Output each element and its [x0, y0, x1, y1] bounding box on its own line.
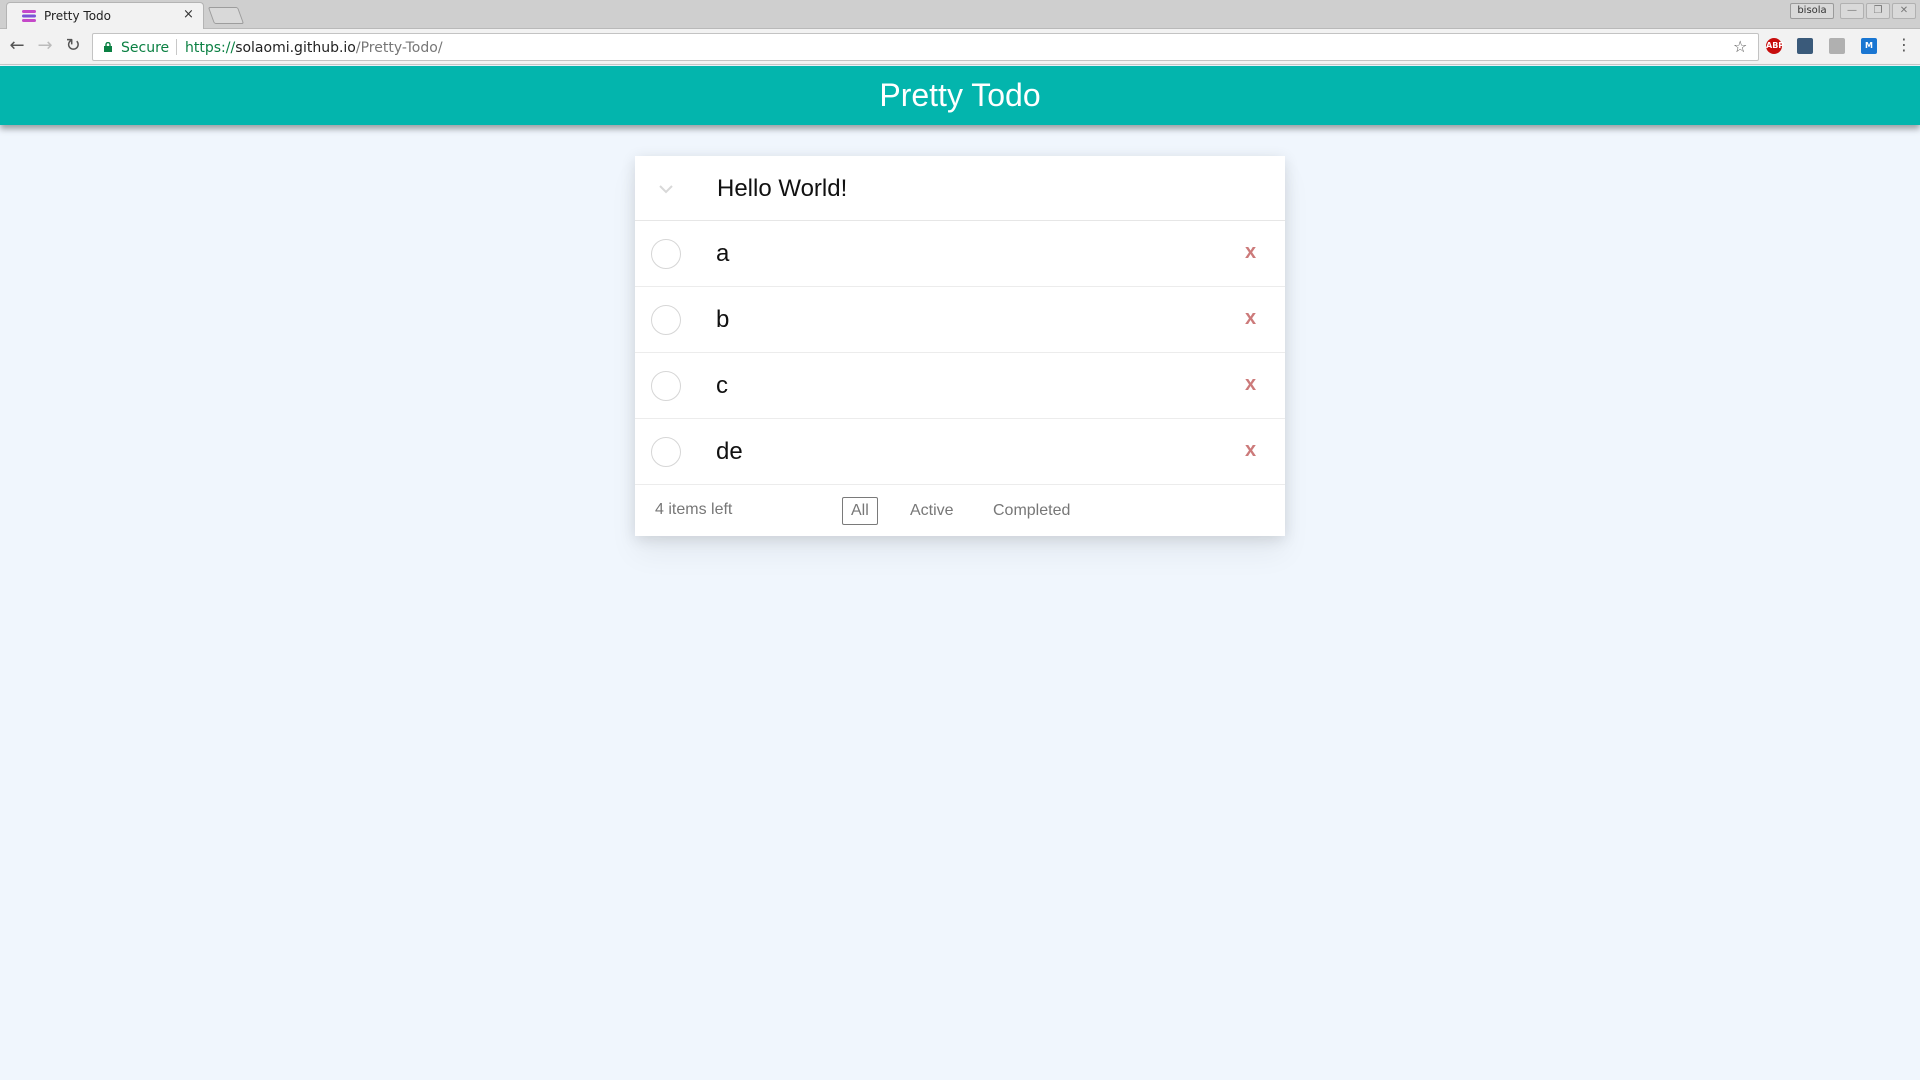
todo-label: b — [716, 306, 730, 333]
toggle-all-chevron-icon[interactable] — [654, 177, 678, 201]
delete-todo-button[interactable]: x — [1245, 373, 1256, 396]
url-host: solaomi.github.io — [235, 40, 356, 56]
delete-todo-button[interactable]: x — [1245, 241, 1256, 264]
delete-todo-button[interactable]: x — [1245, 439, 1256, 462]
todo-item[interactable]: b x — [635, 287, 1285, 353]
todo-checkbox[interactable] — [651, 305, 681, 335]
todo-item[interactable]: de x — [635, 419, 1285, 485]
extension-icon[interactable] — [1797, 38, 1813, 54]
todo-checkbox[interactable] — [651, 239, 681, 269]
todo-item[interactable]: c x — [635, 353, 1285, 419]
todo-label: a — [716, 240, 730, 267]
adblock-plus-icon[interactable]: ABP — [1766, 38, 1784, 54]
forward-icon[interactable]: → — [33, 35, 57, 59]
todo-card: a x b x c x de x 4 items left All Active… — [635, 156, 1285, 536]
m-extension-icon[interactable]: M — [1861, 38, 1877, 54]
reload-icon[interactable]: ↻ — [61, 35, 85, 59]
app-title: Pretty Todo — [879, 77, 1041, 113]
address-separator — [176, 39, 177, 55]
browser-toolbar: ← → ↻ Secure https://solaomi.github.io/P… — [0, 29, 1920, 65]
todo-checkbox[interactable] — [651, 371, 681, 401]
new-tab-button[interactable] — [207, 7, 245, 24]
tab-close-icon[interactable]: × — [183, 7, 194, 22]
url-path: /Pretty-Todo/ — [355, 40, 443, 56]
todo-checkbox[interactable] — [651, 437, 681, 467]
bookmark-star-icon[interactable]: ☆ — [1733, 37, 1747, 56]
minimize-window-button[interactable]: — — [1840, 3, 1864, 19]
app-header: Pretty Todo — [0, 66, 1920, 125]
url-scheme: https:// — [185, 40, 236, 56]
profile-badge[interactable]: bisola — [1790, 3, 1834, 19]
delete-todo-button[interactable]: x — [1245, 307, 1256, 330]
printer-icon[interactable] — [1829, 38, 1845, 54]
todo-footer: 4 items left All Active Completed — [635, 486, 1285, 536]
lock-icon — [104, 42, 112, 52]
back-icon[interactable]: ← — [5, 35, 29, 59]
items-left-count: 4 items left — [655, 501, 733, 518]
new-todo-row — [635, 156, 1285, 221]
close-window-button[interactable]: ✕ — [1892, 3, 1916, 19]
address-bar[interactable]: Secure https://solaomi.github.io/Pretty-… — [92, 33, 1759, 61]
todo-label: de — [716, 438, 743, 465]
browser-menu-icon[interactable]: ⋮ — [1896, 35, 1912, 54]
restore-window-button[interactable]: ❐ — [1866, 3, 1890, 19]
todo-favicon-icon — [22, 10, 36, 22]
filter-completed[interactable]: Completed — [984, 497, 1079, 525]
filter-all[interactable]: All — [842, 497, 878, 525]
url-text: https://solaomi.github.io/Pretty-Todo/ — [185, 40, 443, 56]
browser-tabstrip: Pretty Todo × bisola — ❐ ✕ — [0, 0, 1920, 29]
browser-tab[interactable]: Pretty Todo × — [6, 2, 204, 29]
filter-active[interactable]: Active — [901, 497, 963, 525]
todo-label: c — [716, 372, 728, 399]
secure-label: Secure — [121, 40, 170, 56]
tab-title: Pretty Todo — [44, 9, 111, 23]
todo-item[interactable]: a x — [635, 221, 1285, 287]
new-todo-input[interactable] — [717, 172, 1257, 206]
